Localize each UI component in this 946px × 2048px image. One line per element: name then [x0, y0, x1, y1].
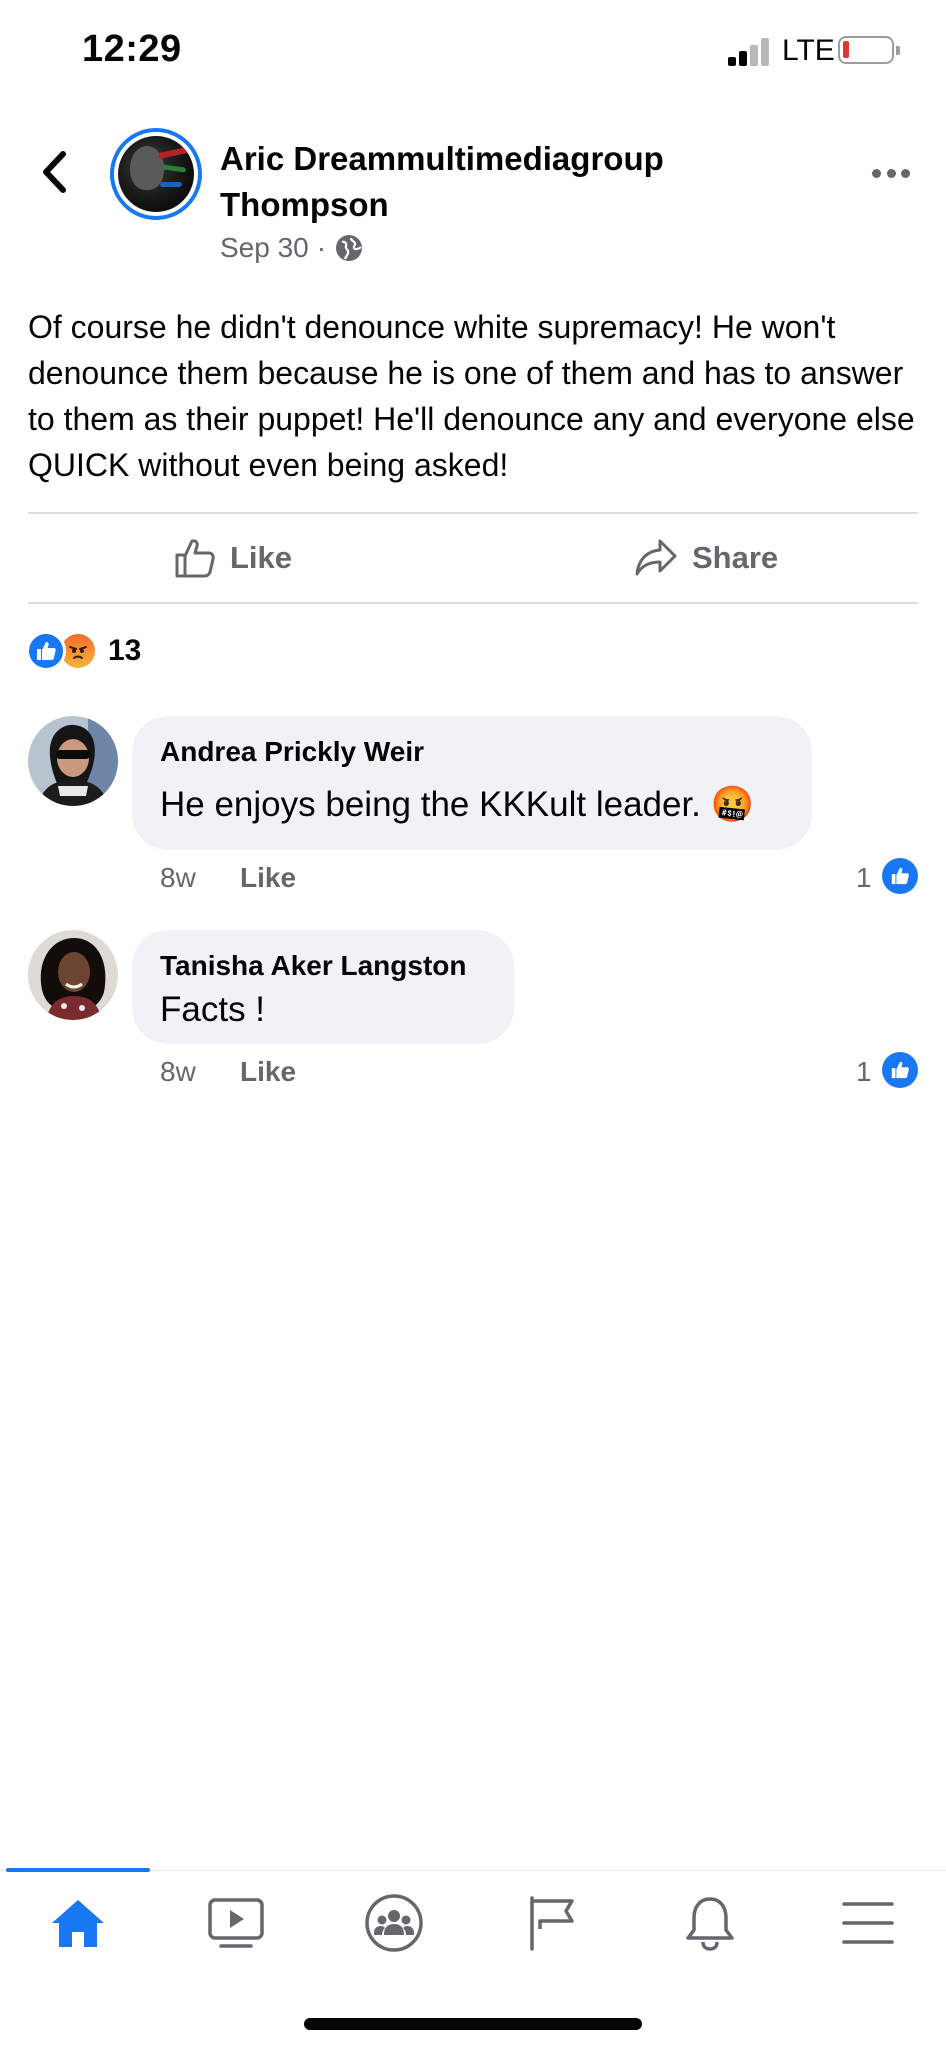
post-text: Of course he didn't denounce white supre… — [28, 309, 915, 483]
post-meta: Sep 30 · — [220, 232, 364, 264]
thumbs-up-icon — [175, 539, 215, 578]
chevron-left-icon — [43, 151, 66, 193]
meta-separator: · — [316, 232, 327, 263]
commenter-avatar[interactable] — [28, 716, 118, 806]
like-label: Like — [230, 540, 293, 575]
comment-text: Facts ! — [160, 990, 266, 1029]
home-icon — [52, 1900, 104, 1947]
comment-text: He enjoys being the KKKult leader. 🤬 — [160, 785, 755, 824]
tab-notifications[interactable] — [670, 1890, 750, 1956]
battery-icon — [838, 36, 900, 64]
comment-author[interactable]: Andrea Prickly Weir — [160, 736, 424, 768]
comment-like-count: 1 — [856, 862, 872, 893]
divider — [28, 512, 918, 514]
comment-like-reaction-icon — [882, 1052, 918, 1088]
comment-author[interactable]: Tanisha Aker Langston — [160, 950, 467, 982]
comment-like-count: 1 — [856, 1056, 872, 1087]
post-date[interactable]: Sep 30 — [220, 232, 309, 264]
comment-time: 8w — [160, 862, 196, 893]
cellular-signal-icon — [728, 38, 772, 66]
post-author-name[interactable]: Aric Dreammultimediagroup Thompson — [220, 136, 720, 228]
home-indicator-bar[interactable] — [304, 2018, 642, 2030]
network-type: LTE — [782, 34, 835, 67]
tab-menu[interactable] — [828, 1890, 908, 1956]
tab-groups[interactable] — [354, 1890, 434, 1956]
comment-like-button[interactable]: Like — [240, 1056, 296, 1088]
status-time: 12:29 — [82, 28, 182, 70]
share-button[interactable]: Share — [634, 530, 778, 586]
active-tab-indicator — [6, 1868, 150, 1872]
more-options-button[interactable] — [866, 156, 916, 190]
pages-flag-icon — [530, 1896, 574, 1951]
comment-like-button[interactable]: Like — [240, 862, 296, 894]
reaction-summary[interactable]: 13 — [26, 628, 141, 674]
tab-home[interactable] — [38, 1890, 118, 1956]
like-button[interactable]: Like — [174, 530, 292, 586]
reaction-count: 13 — [108, 634, 142, 667]
groups-icon — [365, 1894, 423, 1952]
commenter-avatar[interactable] — [28, 930, 118, 1020]
author-avatar[interactable] — [110, 128, 202, 220]
comment-time: 8w — [160, 1056, 196, 1087]
menu-hamburger-icon — [842, 1902, 894, 1944]
tab-watch[interactable] — [196, 1890, 276, 1956]
notifications-bell-icon — [686, 1897, 734, 1951]
status-bar: 12:29 LTE — [0, 0, 946, 100]
globe-icon — [336, 235, 363, 261]
back-button[interactable] — [30, 146, 78, 198]
share-arrow-icon — [635, 539, 677, 576]
comment-like-reaction-icon — [882, 858, 918, 894]
like-reaction-icon — [26, 631, 66, 671]
share-label: Share — [692, 540, 779, 575]
divider — [28, 602, 918, 604]
more-dots-icon — [872, 168, 881, 178]
tab-pages[interactable] — [512, 1890, 592, 1956]
watch-video-icon — [208, 1898, 264, 1948]
